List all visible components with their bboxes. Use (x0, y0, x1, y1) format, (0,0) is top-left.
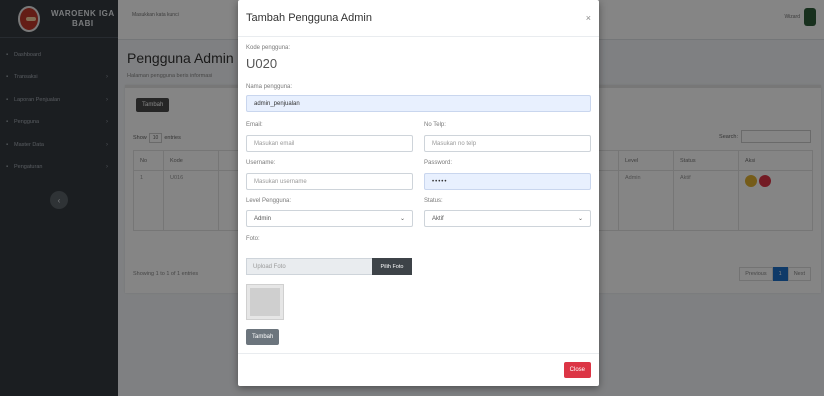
photo-upload: Upload Foto Pilih Foto (246, 258, 412, 275)
username-field[interactable]: Masukan username (246, 173, 413, 190)
chevron-down-icon: ⌄ (399, 216, 405, 222)
status-label: Status: (424, 198, 443, 204)
upload-input[interactable]: Upload Foto (246, 258, 372, 275)
nama-label: Nama pengguna: (246, 84, 293, 90)
status-select[interactable]: Aktif ⌄ (424, 210, 591, 227)
level-select[interactable]: Admin ⌄ (246, 210, 413, 227)
password-label: Password: (424, 160, 453, 166)
photo-preview (246, 284, 284, 320)
chevron-down-icon: ⌄ (577, 216, 583, 222)
close-icon[interactable]: × (586, 13, 591, 23)
image-placeholder-icon (250, 288, 280, 316)
kode-label: Kode pengguna: (246, 45, 291, 51)
modal-footer (238, 353, 599, 354)
status-selected: Aktif (432, 215, 444, 222)
kode-value: U020 (246, 56, 278, 71)
level-label: Level Pengguna: (246, 198, 292, 204)
modal-title: Tambah Pengguna Admin (246, 12, 372, 24)
email-label: Email: (246, 122, 263, 128)
telp-label: No Telp: (424, 122, 446, 128)
close-button[interactable]: Close (563, 362, 591, 378)
telp-field[interactable]: Masukan no telp (424, 135, 591, 152)
username-label: Username: (246, 160, 276, 166)
email-field[interactable]: Masukan email (246, 135, 413, 152)
choose-photo-button[interactable]: Pilih Foto (372, 258, 412, 275)
add-admin-modal: Tambah Pengguna Admin × Kode pengguna: U… (238, 0, 599, 386)
foto-label: Foto: (246, 236, 260, 242)
modal-header: Tambah Pengguna Admin × (238, 0, 599, 37)
level-selected: Admin (254, 215, 272, 222)
password-field[interactable]: ••••• (424, 173, 591, 190)
nama-field[interactable]: admin_penjualan (246, 95, 591, 112)
submit-button[interactable]: Tambah (246, 329, 280, 345)
